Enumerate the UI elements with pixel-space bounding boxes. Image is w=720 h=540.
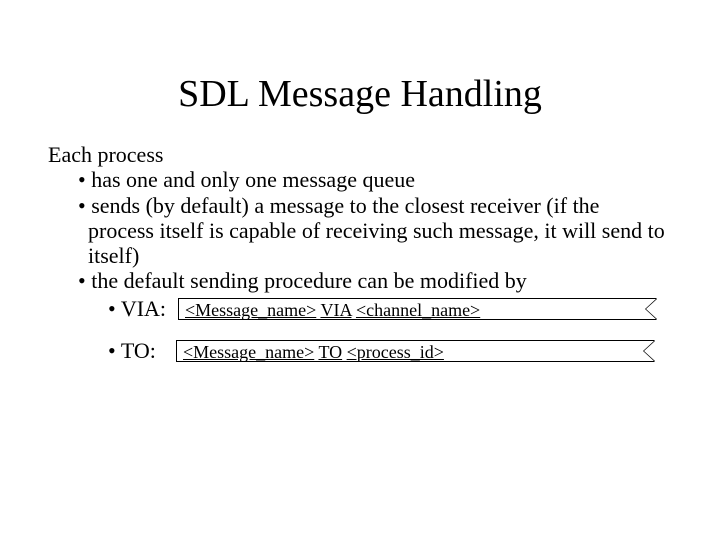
- slide-body: Each process has one and only one messag…: [48, 142, 668, 364]
- via-label-text: VIA:: [121, 296, 166, 321]
- via-msg: <Message_name>: [185, 300, 316, 320]
- to-row: • TO: <Message_name> TO <process_id>: [48, 338, 668, 364]
- sdl-output-symbol-to: <Message_name> TO <process_id>: [176, 340, 654, 362]
- via-label: • VIA:: [108, 296, 166, 321]
- to-keyword: TO: [318, 342, 342, 362]
- bullet-queue: has one and only one message queue: [78, 167, 668, 192]
- to-label-text: TO:: [121, 338, 156, 363]
- via-row: • VIA: <Message_name> VIA <channel_name>: [48, 296, 668, 322]
- to-msg: <Message_name>: [183, 342, 314, 362]
- to-label: • TO:: [108, 338, 156, 363]
- slide: SDL Message Handling Each process has on…: [0, 0, 720, 540]
- spacer: [48, 322, 668, 336]
- sdl-output-shape-icon: <Message_name> VIA <channel_name>: [178, 298, 656, 320]
- bullet-modified-by: the default sending procedure can be mod…: [78, 268, 668, 293]
- via-symbol-text: <Message_name> VIA <channel_name>: [185, 300, 480, 321]
- sdl-notch-inner-icon: [644, 341, 655, 361]
- intro-line: Each process: [48, 142, 668, 167]
- slide-title: SDL Message Handling: [0, 72, 720, 116]
- via-keyword: VIA: [320, 300, 351, 320]
- via-arg: <channel_name>: [356, 300, 480, 320]
- bullet-default-send: sends (by default) a message to the clos…: [78, 193, 668, 269]
- sdl-output-shape-icon: <Message_name> TO <process_id>: [176, 340, 654, 362]
- to-arg: <process_id>: [347, 342, 444, 362]
- sdl-output-symbol-via: <Message_name> VIA <channel_name>: [178, 298, 656, 320]
- to-symbol-text: <Message_name> TO <process_id>: [183, 342, 444, 363]
- sdl-notch-inner-icon: [646, 299, 657, 319]
